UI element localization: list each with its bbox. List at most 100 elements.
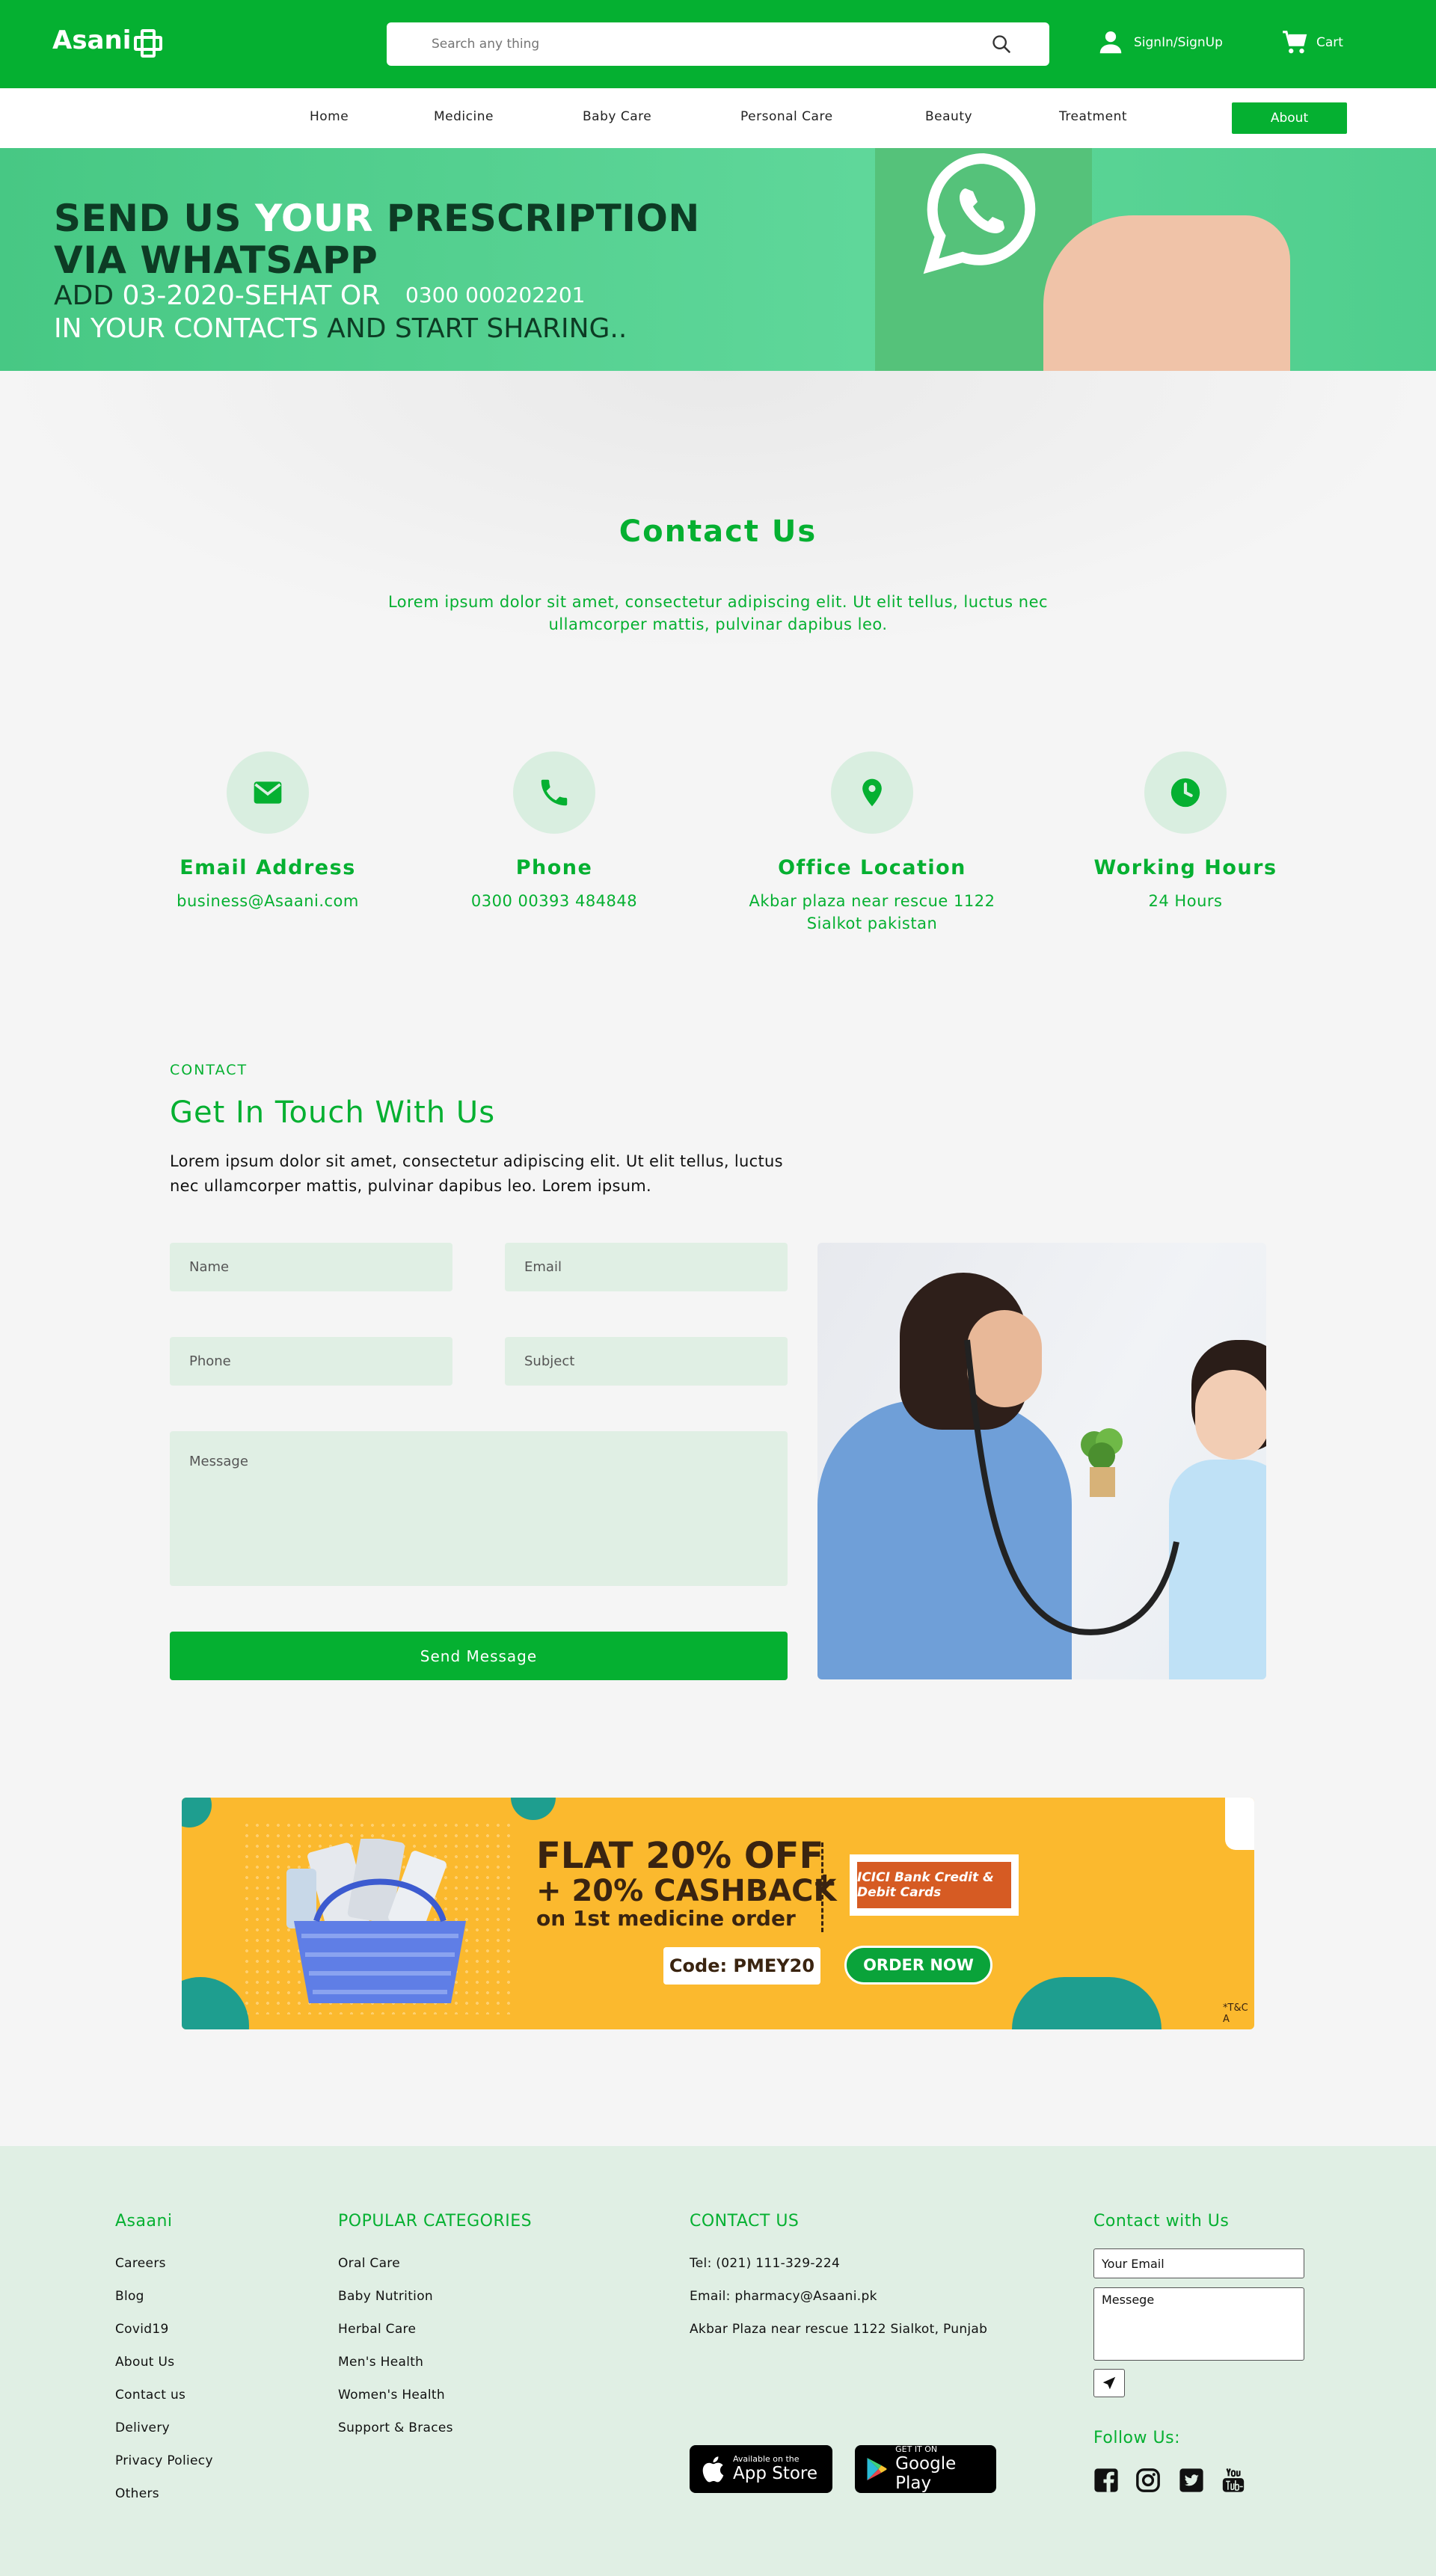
decor-shape [182, 1977, 249, 2029]
cart-label: Cart [1316, 35, 1343, 50]
app-store-badge[interactable]: Available on the App Store [690, 2445, 832, 2493]
subject-field[interactable] [505, 1337, 788, 1386]
logo-cross-icon [134, 29, 163, 58]
facebook-icon[interactable] [1093, 2468, 1119, 2493]
nav-treatment[interactable]: Treatment [1059, 109, 1127, 124]
medicine-basket-image [286, 1839, 466, 2003]
get-in-touch-title: Get In Touch With Us [170, 1095, 496, 1130]
nav-home[interactable]: Home [310, 109, 349, 124]
email-icon [254, 781, 282, 804]
search-icon[interactable] [991, 34, 1012, 55]
footer-link[interactable]: Delivery [115, 2420, 170, 2435]
footer-message-input[interactable] [1093, 2287, 1304, 2361]
footer-link[interactable]: Others [115, 2486, 159, 2501]
site-footer [0, 2146, 1436, 2576]
footer-connect-title: Contact with Us [1093, 2212, 1230, 2231]
footer-category-link[interactable]: Support & Braces [338, 2420, 453, 2435]
footer-email-input[interactable] [1093, 2248, 1304, 2278]
promo-banner[interactable]: FLAT 20% OFF + 20% CASHBACK on 1st medic… [182, 1798, 1254, 2029]
app-store-small: Available on the [733, 2454, 800, 2464]
promo-cashback: + 20% CASHBACK [536, 1874, 837, 1908]
footer-category-link[interactable]: Baby Nutrition [338, 2289, 433, 2304]
info-card-phone: Phone 0300 00393 484848 [420, 751, 689, 912]
footer-category-link[interactable]: Men's Health [338, 2355, 423, 2370]
follow-us-title: Follow Us: [1093, 2429, 1180, 2447]
twitter-icon[interactable] [1179, 2468, 1204, 2493]
order-now-button[interactable]: ORDER NOW [844, 1946, 992, 1985]
nav-beauty[interactable]: Beauty [925, 109, 972, 124]
google-play-big: Google Play [895, 2454, 957, 2493]
terms-note: *T&C A [1223, 2002, 1248, 2025]
cart-link[interactable]: Cart [1280, 28, 1343, 57]
nav-baby-care[interactable]: Baby Care [583, 109, 651, 124]
decor-shape [511, 1798, 556, 1820]
search-input[interactable] [432, 37, 1004, 52]
google-play-badge[interactable]: GET IT ON Google Play [855, 2445, 996, 2493]
footer-link[interactable]: Blog [115, 2289, 144, 2304]
about-button[interactable]: About [1232, 102, 1347, 134]
name-field[interactable] [170, 1243, 452, 1291]
info-value[interactable]: 0300 00393 484848 [420, 890, 689, 912]
nav-personal-care[interactable]: Personal Care [740, 109, 833, 124]
info-value[interactable]: business@Asaani.com [133, 890, 402, 912]
clock-icon-circle [1144, 751, 1227, 834]
promo-plus: + [812, 1866, 838, 1901]
promo-corner-badge [1225, 1798, 1254, 1850]
search-bar [387, 22, 1049, 66]
promo-subtext: on 1st medicine order [536, 1906, 796, 1931]
signin-label: SignIn/SignUp [1134, 35, 1223, 50]
footer-category-link[interactable]: Oral Care [338, 2256, 400, 2271]
logo-text: Asani [52, 25, 132, 55]
footer-category-link[interactable]: Women's Health [338, 2388, 445, 2403]
footer-category-link[interactable]: Herbal Care [338, 2322, 416, 2337]
footer-link[interactable]: About Us [115, 2355, 174, 2370]
get-in-touch-description: Lorem ipsum dolor sit amet, consectetur … [170, 1152, 783, 1195]
youtube-icon[interactable] [1221, 2468, 1246, 2493]
footer-brand-title: Asaani [115, 2212, 173, 2231]
instagram-icon[interactable] [1135, 2468, 1161, 2493]
send-message-button[interactable]: Send Message [170, 1632, 788, 1680]
phone-icon-circle [513, 751, 595, 834]
bank-logo: ICICI Bank Credit & Debit Cards [850, 1854, 1019, 1916]
clock-icon [1170, 778, 1200, 808]
decor-shape [182, 1798, 212, 1828]
footer-address: Akbar Plaza near rescue 1122 Sialkot, Pu… [690, 2322, 988, 2337]
email-icon-circle [227, 751, 309, 834]
apple-icon [702, 2456, 724, 2483]
user-icon [1099, 31, 1122, 54]
contact-title: Contact Us [619, 514, 817, 549]
info-value: 24 Hours [1148, 892, 1223, 910]
footer-contact-title: CONTACT US [690, 2212, 800, 2231]
site-logo[interactable]: Asani [52, 25, 163, 58]
child-face [1195, 1370, 1266, 1460]
email-field[interactable] [505, 1243, 788, 1291]
google-play-icon [867, 2457, 887, 2481]
message-field[interactable] [170, 1431, 788, 1586]
send-icon [1102, 2376, 1116, 2390]
phone-field[interactable] [170, 1337, 452, 1386]
info-card-email: Email Address business@Asaani.com [133, 751, 402, 912]
footer-link[interactable]: Covid19 [115, 2322, 169, 2337]
info-card-hours: Working Hours 24 Hours [1051, 751, 1320, 912]
footer-link[interactable]: Careers [115, 2256, 166, 2271]
info-label: Office Location [778, 856, 966, 879]
location-pin-icon [862, 778, 882, 807]
phone-icon [541, 779, 568, 806]
footer-link[interactable]: Contact us [115, 2388, 185, 2403]
app-store-big: App Store [733, 2464, 818, 2483]
promo-code: Code: PMEY20 [663, 1947, 820, 1985]
section-eyebrow: CONTACT [170, 1062, 248, 1078]
whatsapp-prescription-banner[interactable]: SEND US YOUR PRESCRIPTION VIA WHATSAPP A… [0, 148, 1436, 371]
footer-categories-title: POPULAR CATEGORIES [338, 2212, 533, 2231]
nav-medicine[interactable]: Medicine [434, 109, 494, 124]
banner-alt-number: 0300 000202201 [405, 283, 586, 307]
promo-headline: FLAT 20% OFF [536, 1835, 824, 1877]
google-play-small: GET IT ON [895, 2444, 938, 2454]
info-label: Email Address [180, 856, 356, 879]
footer-send-button[interactable] [1093, 2369, 1125, 2397]
signin-link[interactable]: SignIn/SignUp [1096, 28, 1223, 57]
footer-phone: Tel: (021) 111-329-224 [690, 2256, 841, 2271]
info-value: Akbar plaza near rescue 1122 Sialkot pak… [749, 892, 995, 932]
footer-link[interactable]: Privacy Poliecy [115, 2453, 213, 2468]
doctor-child-photo [817, 1243, 1266, 1679]
